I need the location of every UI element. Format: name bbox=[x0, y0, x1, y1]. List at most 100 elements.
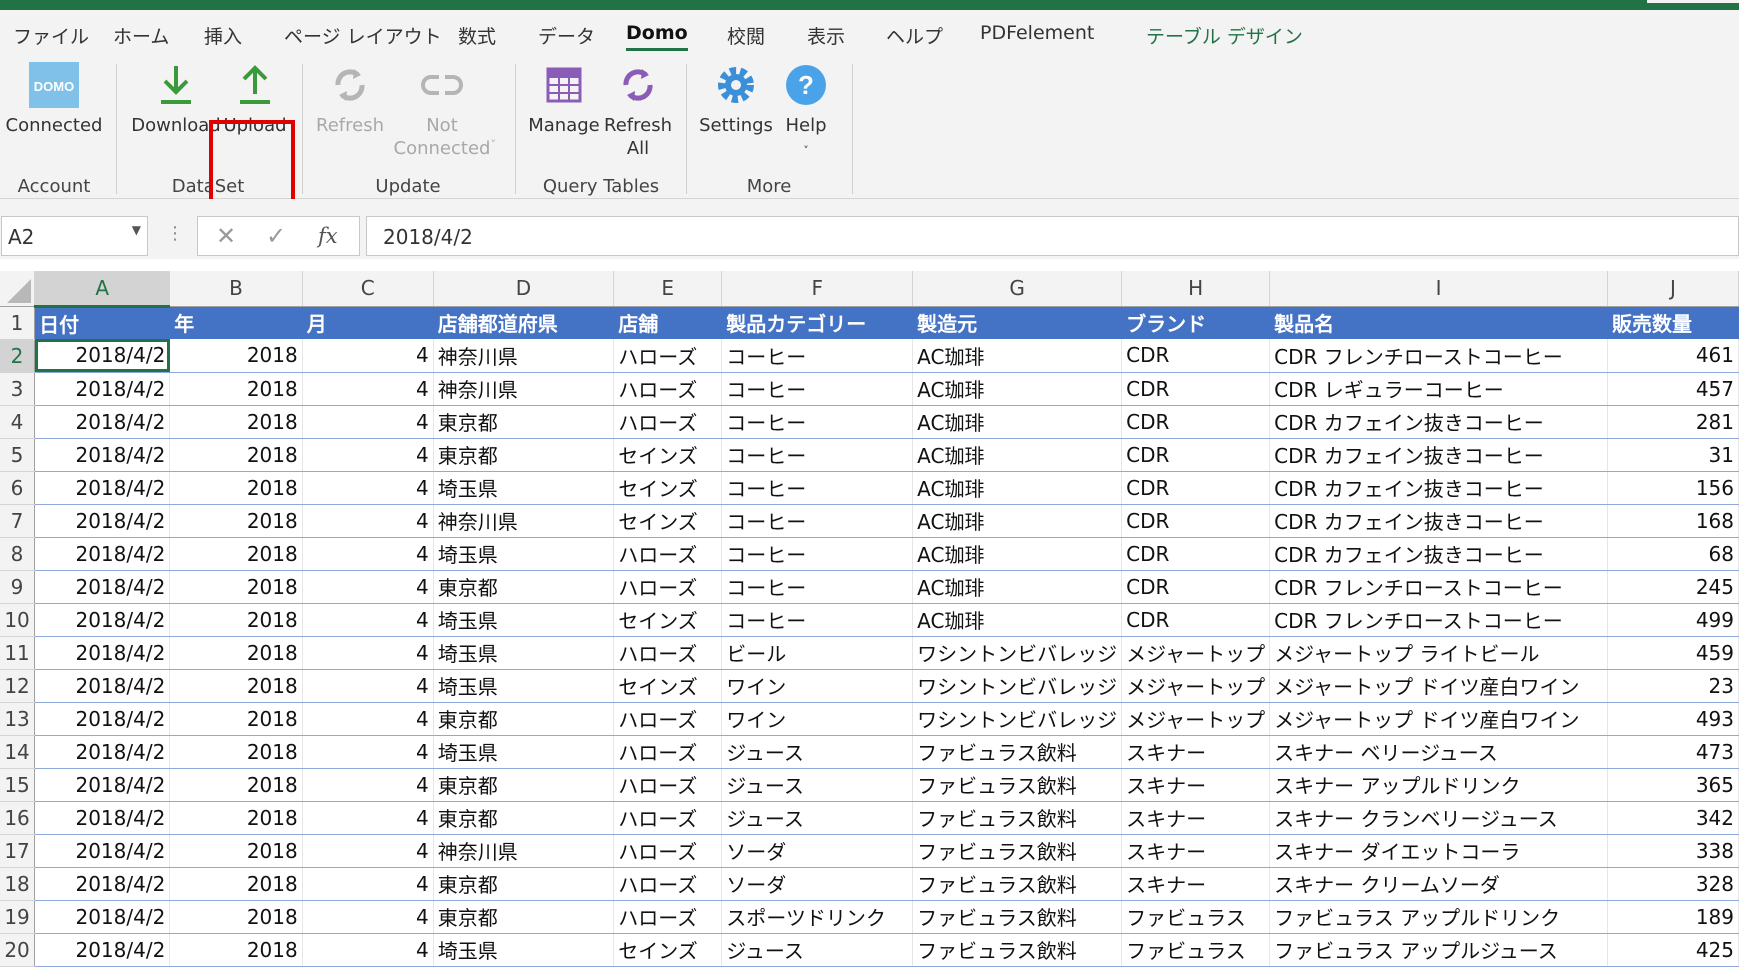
table-cell[interactable]: 2018 bbox=[169, 570, 303, 604]
table-cell[interactable]: ワシントンビバレッジ bbox=[912, 702, 1123, 736]
table-cell[interactable]: コーヒー bbox=[721, 570, 914, 604]
table-cell[interactable]: コーヒー bbox=[721, 537, 914, 571]
column-header[interactable]: F bbox=[721, 271, 914, 307]
table-cell[interactable]: ワイン bbox=[721, 669, 914, 703]
table-cell[interactable]: 2018/4/2 bbox=[34, 537, 171, 571]
row-header[interactable]: 17 bbox=[0, 834, 36, 868]
tab-formulas[interactable]: 数式 bbox=[458, 22, 496, 49]
table-cell[interactable]: 461 bbox=[1607, 339, 1739, 373]
table-cell[interactable]: ハローズ bbox=[613, 867, 723, 901]
table-cell[interactable]: スキナー ダイエットコーラ bbox=[1269, 834, 1608, 868]
table-cell[interactable]: 2018/4/2 bbox=[34, 504, 171, 538]
table-cell[interactable]: 東京都 bbox=[433, 867, 615, 901]
table-cell[interactable]: 2018/4/2 bbox=[34, 702, 171, 736]
row-header[interactable]: 6 bbox=[0, 471, 36, 505]
table-cell[interactable]: CDR bbox=[1121, 339, 1271, 373]
more-options-icon[interactable]: ⋮ bbox=[166, 223, 184, 244]
table-cell[interactable]: ハローズ bbox=[613, 372, 723, 406]
table-cell[interactable]: AC珈琲 bbox=[912, 504, 1123, 538]
table-cell[interactable]: コーヒー bbox=[721, 339, 914, 373]
table-cell[interactable]: 2018/4/2 bbox=[34, 438, 171, 472]
table-cell[interactable]: ファビュラス飲料 bbox=[912, 867, 1123, 901]
column-header[interactable]: G bbox=[912, 271, 1123, 307]
table-header-cell[interactable]: 年 bbox=[169, 306, 303, 339]
table-cell[interactable]: CDR bbox=[1121, 504, 1271, 538]
table-cell[interactable]: AC珈琲 bbox=[912, 570, 1123, 604]
table-cell[interactable]: ジュース bbox=[721, 933, 914, 967]
table-cell[interactable]: 2018/4/2 bbox=[34, 867, 171, 901]
manage-button[interactable]: Manage bbox=[526, 60, 602, 137]
table-cell[interactable]: 2018 bbox=[169, 933, 303, 967]
select-all-corner[interactable] bbox=[0, 271, 36, 307]
table-cell[interactable]: メジャートップ ライトビール bbox=[1269, 636, 1608, 670]
table-cell[interactable]: 4 bbox=[302, 372, 434, 406]
table-cell[interactable]: 168 bbox=[1607, 504, 1739, 538]
table-cell[interactable]: スキナー bbox=[1121, 834, 1271, 868]
table-header-cell[interactable]: 店舗 bbox=[613, 306, 723, 339]
table-cell[interactable]: ソーダ bbox=[721, 867, 914, 901]
row-header[interactable]: 18 bbox=[0, 867, 36, 901]
table-cell[interactable]: セインズ bbox=[613, 933, 723, 967]
column-header[interactable]: C bbox=[302, 271, 434, 307]
table-cell[interactable]: コーヒー bbox=[721, 438, 914, 472]
table-cell[interactable]: 2018/4/2 bbox=[34, 636, 171, 670]
table-cell[interactable]: 31 bbox=[1607, 438, 1739, 472]
table-cell[interactable]: CDR カフェイン抜きコーヒー bbox=[1269, 537, 1608, 571]
table-cell[interactable]: 2018 bbox=[169, 471, 303, 505]
table-cell[interactable]: メジャートップ bbox=[1121, 636, 1271, 670]
refresh-button[interactable]: Refresh bbox=[310, 60, 390, 137]
table-cell[interactable]: 23 bbox=[1607, 669, 1739, 703]
column-header[interactable]: H bbox=[1121, 271, 1271, 307]
row-header[interactable]: 3 bbox=[0, 372, 36, 406]
table-cell[interactable]: 2018 bbox=[169, 636, 303, 670]
table-cell[interactable]: 2018/4/2 bbox=[34, 603, 171, 637]
table-cell[interactable]: AC珈琲 bbox=[912, 372, 1123, 406]
table-cell[interactable]: ファビュラス bbox=[1121, 933, 1271, 967]
table-cell[interactable]: 神奈川県 bbox=[433, 339, 615, 373]
table-cell[interactable]: 2018/4/2 bbox=[34, 570, 171, 604]
tab-review[interactable]: 校閲 bbox=[727, 22, 765, 49]
table-cell[interactable]: スポーツドリンク bbox=[721, 900, 914, 934]
table-cell[interactable]: CDR bbox=[1121, 438, 1271, 472]
table-cell[interactable]: 東京都 bbox=[433, 702, 615, 736]
table-cell[interactable]: 156 bbox=[1607, 471, 1739, 505]
table-cell[interactable]: 493 bbox=[1607, 702, 1739, 736]
table-cell[interactable]: ファビュラス アップルドリンク bbox=[1269, 900, 1608, 934]
table-cell[interactable]: 神奈川県 bbox=[433, 372, 615, 406]
table-cell[interactable]: 神奈川県 bbox=[433, 834, 615, 868]
tab-file[interactable]: ファイル bbox=[13, 22, 89, 49]
table-cell[interactable]: CDR bbox=[1121, 537, 1271, 571]
table-cell[interactable]: ファビュラス飲料 bbox=[912, 768, 1123, 802]
table-cell[interactable]: 4 bbox=[302, 405, 434, 439]
table-cell[interactable]: ファビュラス bbox=[1121, 900, 1271, 934]
table-cell[interactable]: ワシントンビバレッジ bbox=[912, 669, 1123, 703]
table-cell[interactable]: 4 bbox=[302, 801, 434, 835]
table-cell[interactable]: ハローズ bbox=[613, 768, 723, 802]
table-cell[interactable]: ワシントンビバレッジ bbox=[912, 636, 1123, 670]
table-cell[interactable]: セインズ bbox=[613, 471, 723, 505]
table-cell[interactable]: 4 bbox=[302, 702, 434, 736]
table-cell[interactable]: ファビュラス飲料 bbox=[912, 933, 1123, 967]
table-cell[interactable]: CDR bbox=[1121, 471, 1271, 505]
row-header[interactable]: 4 bbox=[0, 405, 36, 439]
tab-data[interactable]: データ bbox=[538, 22, 595, 49]
table-cell[interactable]: ハローズ bbox=[613, 339, 723, 373]
table-cell[interactable]: ジュース bbox=[721, 801, 914, 835]
table-cell[interactable]: 東京都 bbox=[433, 438, 615, 472]
table-cell[interactable]: 2018/4/2 bbox=[34, 834, 171, 868]
table-cell[interactable]: スキナー クリームソーダ bbox=[1269, 867, 1608, 901]
table-cell[interactable]: 埼玉県 bbox=[433, 735, 615, 769]
tab-insert[interactable]: 挿入 bbox=[204, 22, 242, 49]
table-header-cell[interactable]: 製造元 bbox=[912, 306, 1123, 339]
table-cell[interactable]: コーヒー bbox=[721, 471, 914, 505]
table-cell[interactable]: スキナー アップルドリンク bbox=[1269, 768, 1608, 802]
tab-table-design[interactable]: テーブル デザイン bbox=[1146, 22, 1303, 49]
column-header[interactable]: E bbox=[613, 271, 723, 307]
refresh-all-button[interactable]: Refresh All bbox=[600, 60, 676, 160]
table-cell[interactable]: 2018/4/2 bbox=[34, 801, 171, 835]
table-cell[interactable]: 埼玉県 bbox=[433, 669, 615, 703]
table-cell[interactable]: ファビュラス飲料 bbox=[912, 735, 1123, 769]
tab-help[interactable]: ヘルプ bbox=[886, 22, 943, 49]
table-cell[interactable]: 365 bbox=[1607, 768, 1739, 802]
table-cell[interactable]: 2018 bbox=[169, 801, 303, 835]
